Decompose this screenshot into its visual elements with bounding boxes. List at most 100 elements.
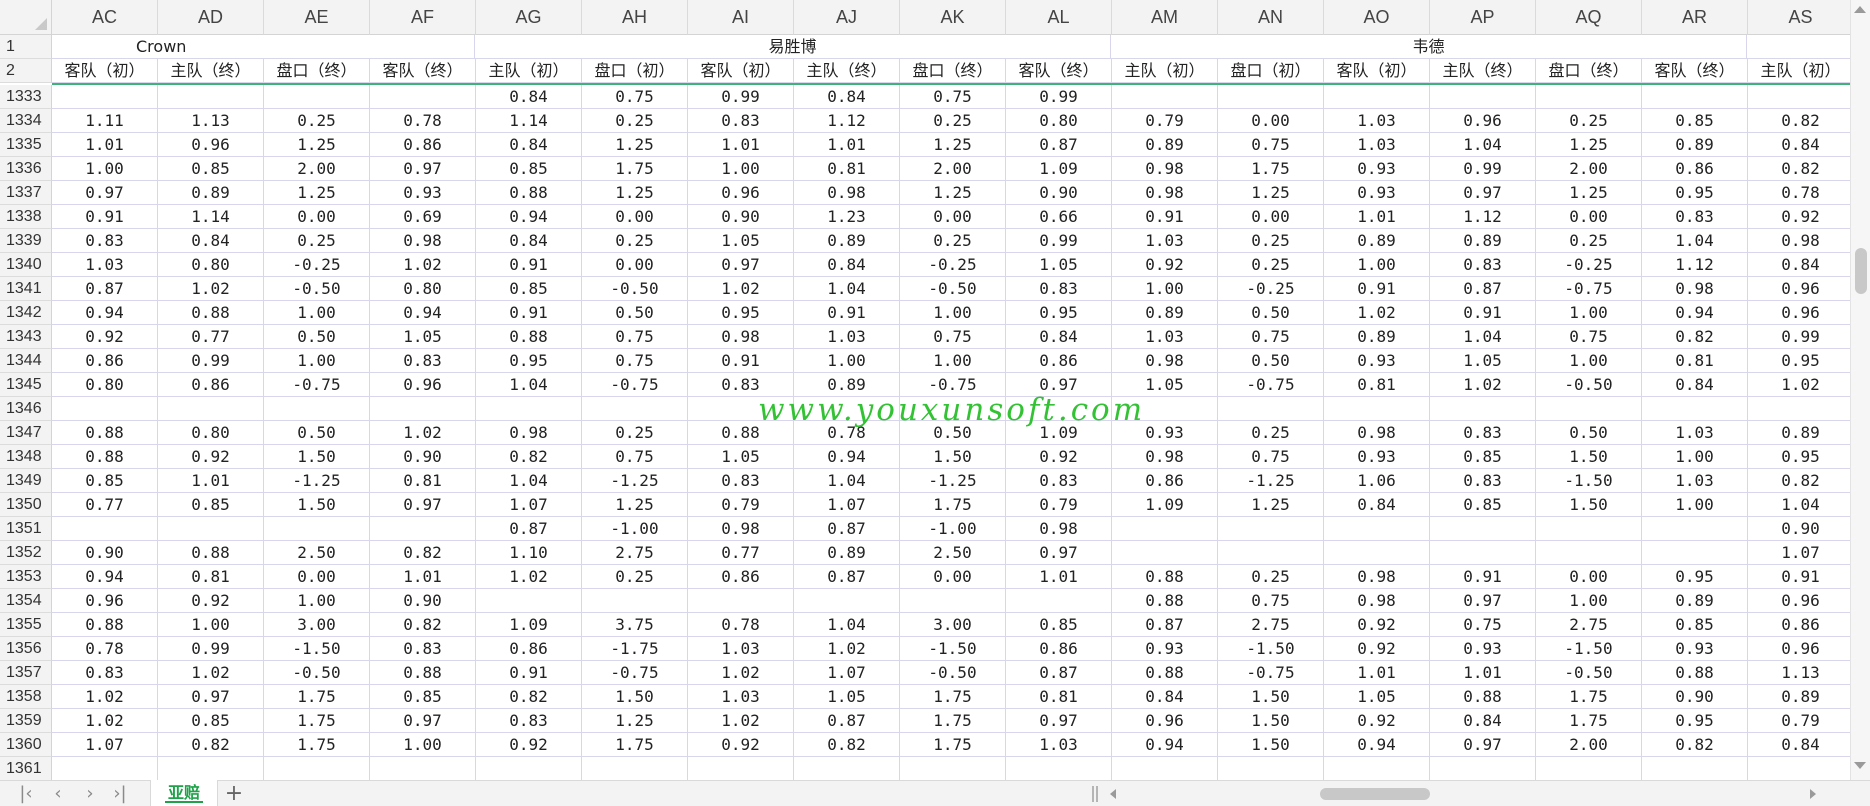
- row-header[interactable]: 1338: [0, 205, 52, 229]
- table-cell[interactable]: [1536, 85, 1642, 109]
- prev-sheet-icon[interactable]: ‹: [46, 784, 70, 804]
- table-cell[interactable]: 0.83: [1430, 421, 1536, 445]
- first-sheet-icon[interactable]: |‹: [14, 784, 38, 804]
- table-cell[interactable]: 1.01: [1006, 565, 1112, 589]
- row-header[interactable]: 1355: [0, 613, 52, 637]
- table-cell[interactable]: -1.25: [1218, 469, 1324, 493]
- table-cell[interactable]: 0.82: [1748, 109, 1850, 133]
- table-cell[interactable]: [1218, 397, 1324, 421]
- header-cell[interactable]: 客队（初）: [688, 59, 794, 83]
- table-cell[interactable]: 1.02: [158, 277, 264, 301]
- table-cell[interactable]: 1.02: [688, 661, 794, 685]
- table-cell[interactable]: 0.75: [582, 325, 688, 349]
- scroll-down-icon[interactable]: [1854, 762, 1866, 769]
- table-cell[interactable]: 2.50: [264, 541, 370, 565]
- table-cell[interactable]: 0.96: [1748, 589, 1850, 613]
- table-cell[interactable]: [370, 517, 476, 541]
- table-cell[interactable]: [1112, 757, 1218, 780]
- table-cell[interactable]: 0.84: [1112, 685, 1218, 709]
- table-cell[interactable]: [794, 397, 900, 421]
- table-cell[interactable]: 0.98: [1748, 229, 1850, 253]
- table-cell[interactable]: 0.96: [1430, 109, 1536, 133]
- table-cell[interactable]: 0.83: [370, 349, 476, 373]
- column-header[interactable]: AO: [1324, 0, 1430, 35]
- table-cell[interactable]: 0.87: [1430, 277, 1536, 301]
- table-cell[interactable]: 0.92: [1748, 205, 1850, 229]
- table-cell[interactable]: 0.89: [1748, 685, 1850, 709]
- table-cell[interactable]: 0.87: [1112, 613, 1218, 637]
- table-cell[interactable]: 0.81: [794, 157, 900, 181]
- table-cell[interactable]: 0.95: [688, 301, 794, 325]
- table-cell[interactable]: 1.05: [370, 325, 476, 349]
- table-cell[interactable]: 0.83: [1006, 277, 1112, 301]
- row-header[interactable]: 1341: [0, 277, 52, 301]
- group-header-wd[interactable]: 韦德: [1111, 35, 1747, 59]
- table-cell[interactable]: 1.00: [1642, 493, 1748, 517]
- column-header[interactable]: AM: [1112, 0, 1218, 35]
- column-header[interactable]: AN: [1218, 0, 1324, 35]
- table-cell[interactable]: 0.91: [476, 253, 582, 277]
- row-header[interactable]: 1339: [0, 229, 52, 253]
- table-cell[interactable]: 0.88: [1112, 565, 1218, 589]
- table-cell[interactable]: [1324, 517, 1430, 541]
- table-cell[interactable]: 0.86: [1006, 349, 1112, 373]
- table-cell[interactable]: 0.79: [1748, 709, 1850, 733]
- table-cell[interactable]: 0.25: [264, 109, 370, 133]
- table-cell[interactable]: [1430, 541, 1536, 565]
- table-cell[interactable]: 0.96: [1748, 277, 1850, 301]
- table-cell[interactable]: 3.00: [900, 613, 1006, 637]
- table-cell[interactable]: 1.05: [1324, 685, 1430, 709]
- table-cell[interactable]: 0.99: [158, 349, 264, 373]
- table-cell[interactable]: 0.92: [688, 733, 794, 757]
- table-cell[interactable]: 0.88: [1112, 661, 1218, 685]
- table-cell[interactable]: 0.92: [1006, 445, 1112, 469]
- table-cell[interactable]: -0.50: [264, 277, 370, 301]
- table-cell[interactable]: 0.99: [1748, 325, 1850, 349]
- table-cell[interactable]: 0.92: [158, 445, 264, 469]
- table-cell[interactable]: -0.50: [1536, 373, 1642, 397]
- table-cell[interactable]: 1.02: [1748, 373, 1850, 397]
- table-cell[interactable]: 0.80: [370, 277, 476, 301]
- table-cell[interactable]: 1.00: [264, 589, 370, 613]
- header-cell[interactable]: 盘口（终）: [900, 59, 1006, 83]
- table-cell[interactable]: 0.98: [1642, 277, 1748, 301]
- table-cell[interactable]: 0.78: [688, 613, 794, 637]
- table-cell[interactable]: 1.05: [688, 229, 794, 253]
- table-cell[interactable]: 0.99: [1006, 229, 1112, 253]
- table-cell[interactable]: 0.96: [158, 133, 264, 157]
- table-cell[interactable]: 0.85: [476, 157, 582, 181]
- table-cell[interactable]: 1.11: [52, 109, 158, 133]
- table-cell[interactable]: 0.97: [1430, 589, 1536, 613]
- table-cell[interactable]: 0.25: [900, 229, 1006, 253]
- table-cell[interactable]: 0.25: [1218, 421, 1324, 445]
- table-cell[interactable]: 0.83: [1430, 253, 1536, 277]
- table-cell[interactable]: 1.00: [264, 301, 370, 325]
- table-cell[interactable]: 1.04: [1430, 325, 1536, 349]
- table-cell[interactable]: 0.91: [1430, 301, 1536, 325]
- table-cell[interactable]: [900, 757, 1006, 780]
- table-cell[interactable]: 1.75: [900, 733, 1006, 757]
- table-cell[interactable]: 1.03: [688, 685, 794, 709]
- table-cell[interactable]: 1.25: [264, 133, 370, 157]
- horizontal-scrollbar[interactable]: [1108, 785, 1818, 803]
- table-cell[interactable]: 0.25: [900, 109, 1006, 133]
- table-cell[interactable]: 0.00: [900, 565, 1006, 589]
- table-cell[interactable]: 0.97: [1006, 373, 1112, 397]
- column-header[interactable]: AQ: [1536, 0, 1642, 35]
- table-cell[interactable]: 0.88: [52, 445, 158, 469]
- table-cell[interactable]: [52, 85, 158, 109]
- table-cell[interactable]: 1.04: [1748, 493, 1850, 517]
- table-cell[interactable]: 0.00: [1536, 205, 1642, 229]
- table-cell[interactable]: [1006, 589, 1112, 613]
- table-cell[interactable]: 1.02: [1430, 373, 1536, 397]
- table-cell[interactable]: 0.90: [1642, 685, 1748, 709]
- table-cell[interactable]: [1536, 757, 1642, 780]
- table-cell[interactable]: [158, 397, 264, 421]
- scroll-up-icon[interactable]: [1854, 6, 1866, 13]
- table-cell[interactable]: 0.00: [264, 565, 370, 589]
- table-cell[interactable]: 1.03: [1324, 133, 1430, 157]
- table-cell[interactable]: 0.25: [1536, 229, 1642, 253]
- table-cell[interactable]: 0.98: [1006, 517, 1112, 541]
- table-cell[interactable]: -0.75: [1536, 277, 1642, 301]
- table-cell[interactable]: 0.78: [794, 421, 900, 445]
